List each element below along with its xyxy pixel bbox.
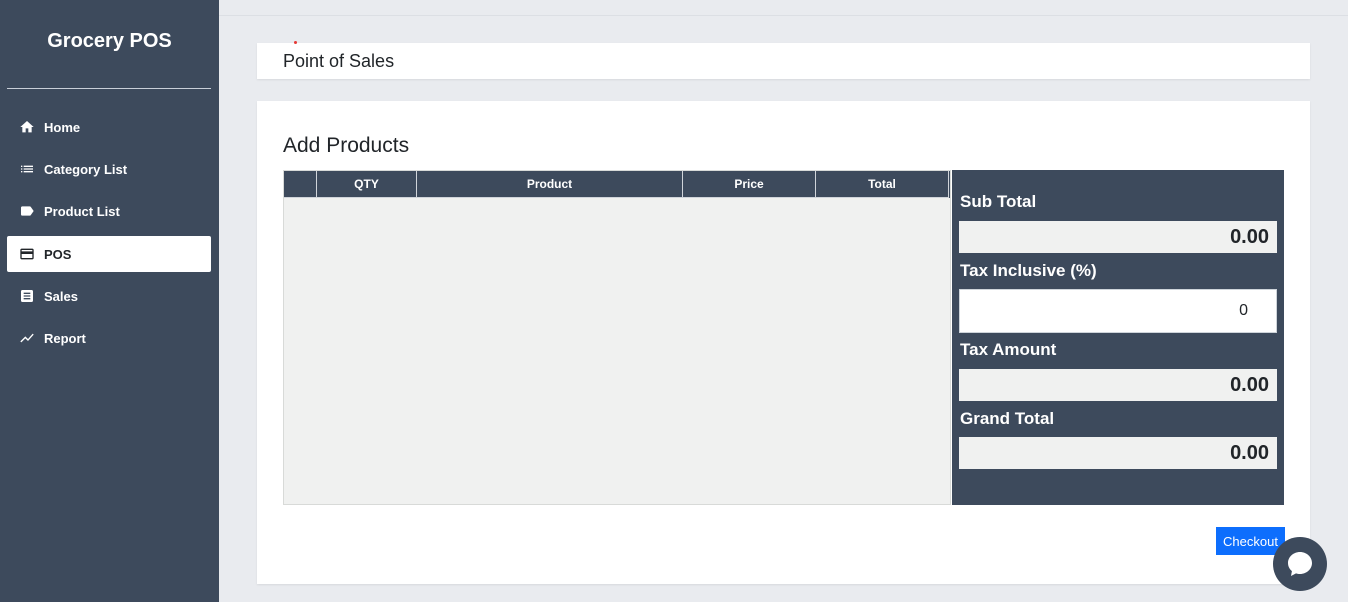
card-icon (20, 248, 34, 260)
sidebar-item-product-list[interactable]: Product List (7, 193, 211, 229)
grand-total-label: Grand Total (960, 409, 1055, 428)
brand-divider (7, 88, 211, 89)
chat-launcher-button[interactable] (1273, 537, 1327, 591)
sidebar-item-label: Category List (44, 161, 128, 177)
sidebar-item-pos[interactable]: POS (7, 236, 211, 272)
chat-icon (1288, 552, 1312, 576)
tag-icon (21, 206, 34, 216)
column-header-price: Price (683, 171, 816, 198)
grand-total-value: 0.00 (959, 437, 1277, 469)
sidebar-item-label: Product List (44, 203, 120, 219)
sidebar-item-category-list[interactable]: Category List (7, 151, 211, 187)
column-header-product: Product (417, 171, 683, 198)
page-title: Point of Sales (283, 51, 395, 71)
sidebar-item-label: Sales (44, 288, 78, 304)
column-header-total: Total (816, 171, 949, 198)
receipt-icon (21, 290, 33, 302)
top-bar (219, 0, 1348, 16)
indicator-dot (294, 41, 297, 44)
pos-card: Add Products QTY Product Price Total Sub… (257, 101, 1310, 584)
sub-total-label: Sub Total (960, 192, 1037, 211)
brand-title: Grocery POS (47, 30, 172, 52)
tax-input[interactable] (959, 289, 1277, 333)
trending-icon (20, 333, 34, 343)
section-title: Add Products (283, 134, 410, 157)
sidebar-item-label: POS (44, 246, 72, 262)
tax-label: Tax Inclusive (%) (960, 261, 1097, 280)
sidebar: Grocery POS Home Category List Product L… (0, 0, 219, 602)
table-header: QTY Product Price Total (284, 171, 950, 198)
tax-amount-label: Tax Amount (960, 340, 1057, 359)
checkout-button[interactable]: Checkout (1216, 527, 1285, 555)
home-icon (20, 121, 34, 133)
sidebar-item-label: Report (44, 330, 86, 346)
column-header-qty: QTY (317, 171, 417, 198)
product-table: QTY Product Price Total (283, 170, 951, 505)
page-header-card: Point of Sales (257, 41, 1310, 79)
list-icon (21, 165, 33, 173)
summary-panel: Sub Total 0.00 Tax Inclusive (%) Tax Amo… (952, 170, 1284, 505)
sub-total-value: 0.00 (959, 221, 1277, 253)
column-header-action (284, 171, 317, 198)
sidebar-item-report[interactable]: Report (7, 320, 211, 356)
tax-amount-value: 0.00 (959, 369, 1277, 401)
sidebar-item-home[interactable]: Home (7, 109, 211, 145)
sidebar-item-label: Home (44, 119, 81, 135)
sidebar-item-sales[interactable]: Sales (7, 278, 211, 314)
